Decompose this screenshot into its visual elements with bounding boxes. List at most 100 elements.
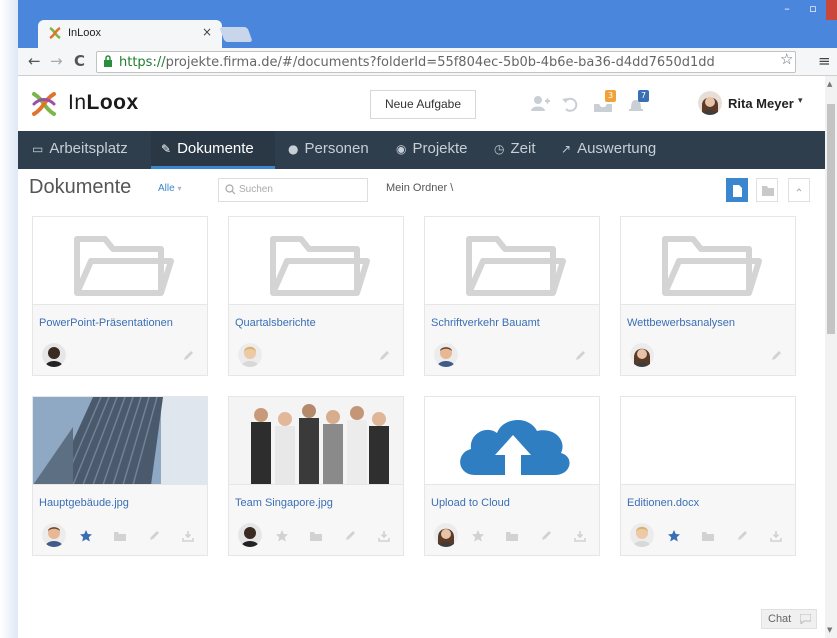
rename-button[interactable] <box>377 348 391 362</box>
document-thumbnail[interactable] <box>425 397 599 485</box>
page-scrollbar[interactable]: ▲ ▼ <box>825 76 837 638</box>
search-input[interactable]: Suchen <box>218 178 368 202</box>
window-minimize-button[interactable]: – <box>774 0 800 20</box>
document-card[interactable]: Team Singapore.jpg <box>228 396 404 556</box>
rename-button[interactable] <box>573 348 587 362</box>
folder-icon <box>466 236 566 296</box>
owner-avatar <box>238 343 262 367</box>
favorite-button[interactable] <box>471 528 485 542</box>
nav-item-label: Projekte <box>412 140 468 157</box>
new-task-button[interactable]: Neue Aufgabe <box>370 90 476 119</box>
notification-bell-icon[interactable]: 7 <box>626 90 649 114</box>
move-button[interactable] <box>113 528 127 542</box>
url-input[interactable]: https://projekte.firma.de/#/documents?fo… <box>96 51 796 73</box>
document-title[interactable]: Schriftverkehr Bauamt <box>431 317 540 329</box>
clock-icon: ◷ <box>494 142 505 156</box>
nav-item-projekte[interactable]: ◉ Projekte <box>386 131 482 169</box>
nav-item-dokumente[interactable]: ✎ Dokumente <box>151 131 275 169</box>
document-thumbnail[interactable] <box>621 217 795 305</box>
document-title[interactable]: Team Singapore.jpg <box>235 497 333 509</box>
chat-button[interactable]: Chat <box>761 609 817 629</box>
filter-dropdown[interactable]: Alle ▾ <box>158 183 181 194</box>
add-person-icon[interactable] <box>530 94 550 114</box>
new-folder-button[interactable] <box>756 178 778 202</box>
rename-button[interactable] <box>769 348 783 362</box>
move-button[interactable] <box>505 528 519 542</box>
document-card[interactable]: Quartalsberichte <box>228 216 404 376</box>
window-maximize-button[interactable]: ▫ <box>800 0 826 20</box>
nav-item-arbeitsplatz[interactable]: ▭ Arbeitsplatz <box>22 131 148 169</box>
new-tab-button[interactable] <box>219 27 253 42</box>
document-thumbnail[interactable] <box>425 217 599 305</box>
scroll-down-icon[interactable]: ▼ <box>827 626 832 634</box>
rename-button[interactable] <box>539 528 553 542</box>
favorite-button[interactable] <box>667 528 681 542</box>
download-icon <box>378 531 390 542</box>
document-thumbnail[interactable] <box>229 217 403 305</box>
target-icon: ◉ <box>396 142 407 156</box>
reload-button[interactable]: C <box>74 52 85 70</box>
page-title: Dokumente <box>29 176 132 198</box>
document-title[interactable]: Editionen.docx <box>627 497 699 509</box>
download-button[interactable] <box>573 528 587 542</box>
document-card[interactable]: Schriftverkehr Bauamt <box>424 216 600 376</box>
move-button[interactable] <box>309 528 323 542</box>
document-thumbnail[interactable] <box>33 217 207 305</box>
breadcrumb[interactable]: Mein Ordner \ <box>386 182 453 194</box>
browser-menu-icon[interactable]: ≡ <box>818 52 831 70</box>
owner-avatar <box>630 523 654 547</box>
move-folder-icon <box>114 532 126 541</box>
favorite-button[interactable] <box>79 528 93 542</box>
pencil-icon <box>380 351 389 360</box>
new-document-button[interactable] <box>726 178 748 202</box>
rename-button[interactable] <box>181 348 195 362</box>
download-button[interactable] <box>181 528 195 542</box>
url-path: projekte.firma.de/#/documents?folderId=5… <box>165 55 715 70</box>
document-thumbnail[interactable] <box>33 397 207 485</box>
document-thumbnail[interactable] <box>621 397 795 485</box>
document-title[interactable]: Quartalsberichte <box>235 317 316 329</box>
bookmark-star-icon[interactable]: ☆ <box>780 50 793 68</box>
rename-button[interactable] <box>735 528 749 542</box>
document-card[interactable]: Upload to Cloud <box>424 396 600 556</box>
document-title[interactable]: PowerPoint-Präsentationen <box>39 317 173 329</box>
browser-tab[interactable]: InLoox × <box>38 20 222 48</box>
undo-icon[interactable] <box>560 94 580 114</box>
scrollbar-thumb[interactable] <box>827 104 835 334</box>
document-card[interactable]: PowerPoint-Präsentationen <box>32 216 208 376</box>
star-icon <box>472 530 484 542</box>
user-menu-caret-icon[interactable]: ▾ <box>798 96 803 106</box>
avatar <box>630 343 654 367</box>
nav-item-auswertung[interactable]: ↗ Auswertung <box>551 131 679 169</box>
app-header: InLoox Neue Aufgabe 3 7 Rita Meyer ▾ <box>18 76 825 131</box>
forward-button[interactable]: → <box>50 52 63 70</box>
rename-button[interactable] <box>147 528 161 542</box>
document-title[interactable]: Wettbewerbsanalysen <box>627 317 735 329</box>
move-button[interactable] <box>701 528 715 542</box>
document-title[interactable]: Hauptgebäude.jpg <box>39 497 129 509</box>
download-button[interactable] <box>769 528 783 542</box>
mail-badge: 3 <box>605 90 616 102</box>
user-avatar[interactable] <box>698 91 722 115</box>
tab-close-icon[interactable]: × <box>202 25 212 39</box>
favorite-button[interactable] <box>275 528 289 542</box>
collapse-button[interactable] <box>788 178 810 202</box>
nav-item-personen[interactable]: ● Personen <box>278 131 382 169</box>
document-thumbnail[interactable] <box>229 397 403 485</box>
logo-light: In <box>68 91 87 114</box>
document-card[interactable]: Editionen.docx <box>620 396 796 556</box>
nav-item-zeit[interactable]: ◷ Zeit <box>484 131 548 169</box>
window-close-button[interactable]: × <box>826 0 837 20</box>
mail-icon[interactable]: 3 <box>593 90 616 114</box>
document-card[interactable]: Hauptgebäude.jpg <box>32 396 208 556</box>
download-button[interactable] <box>377 528 391 542</box>
back-button[interactable]: ← <box>28 52 41 70</box>
rename-button[interactable] <box>343 528 357 542</box>
scroll-up-icon[interactable]: ▲ <box>827 80 832 88</box>
document-card[interactable]: Wettbewerbsanalysen <box>620 216 796 376</box>
document-title[interactable]: Upload to Cloud <box>431 497 510 509</box>
folder-icon <box>270 236 370 296</box>
document-toolbar: Dokumente Alle ▾ Suchen Mein Ordner \ <box>18 169 825 209</box>
team-photo-icon <box>229 397 403 484</box>
user-name[interactable]: Rita Meyer <box>728 96 794 111</box>
